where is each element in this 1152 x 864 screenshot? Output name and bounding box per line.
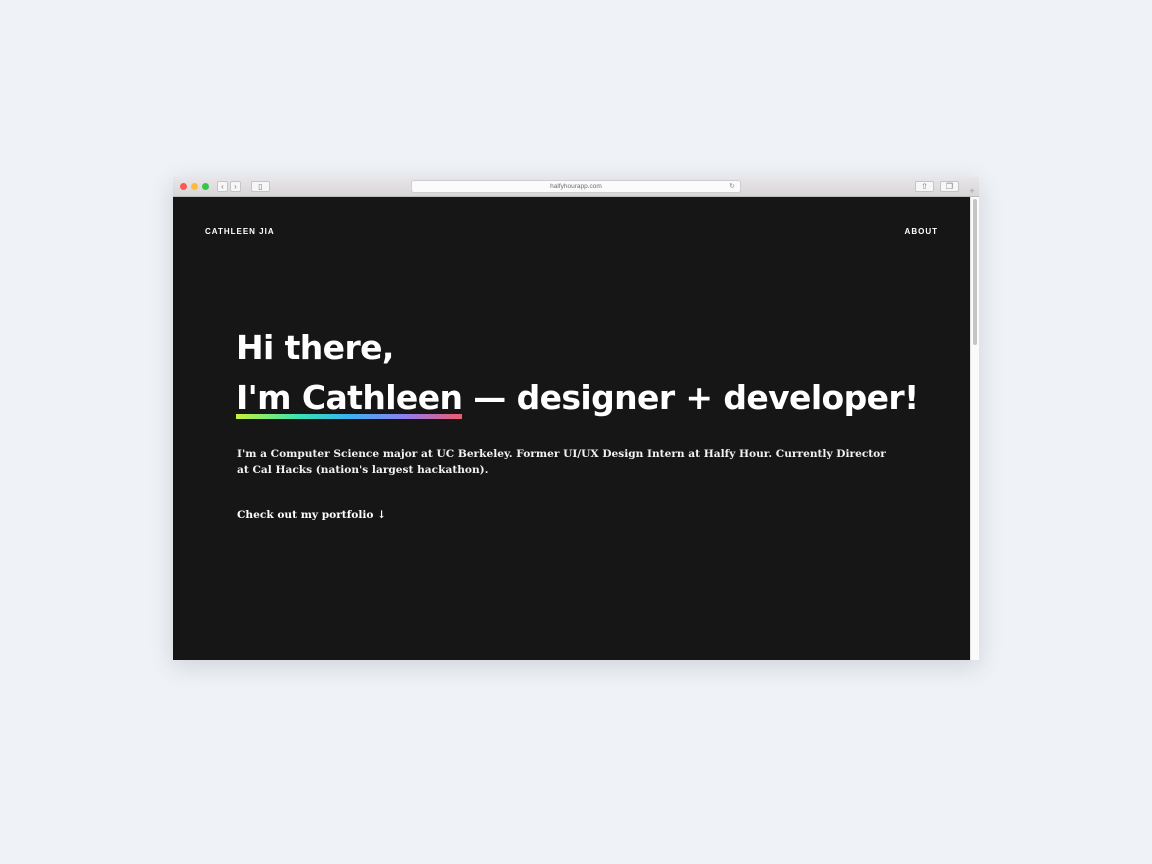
tab-overview-button[interactable]: ❐ [940,181,959,192]
chevron-left-icon: ‹ [221,182,224,191]
chevron-right-icon: › [234,182,237,191]
headline-role: — designer + developer! [462,378,919,417]
plus-icon: + [969,186,975,196]
browser-window: ‹ › ▯ halfyhourapp.com ↻ ⇧ ❐ + CATHLEEN … [173,177,979,660]
scrollbar-thumb[interactable] [973,199,977,345]
sidebar-button[interactable]: ▯ [251,181,270,192]
page-scrollbar[interactable] [970,197,979,660]
address-bar-url: halfyhourapp.com [550,183,602,190]
portfolio-link[interactable]: Check out my portfolio ↓ [237,509,386,521]
browser-toolbar: ‹ › ▯ halfyhourapp.com ↻ ⇧ ❐ + [173,177,979,197]
headline-line-1: Hi there, [236,328,394,367]
web-page: CATHLEEN JIA ABOUT Hi there, I'm Cathlee… [173,197,970,660]
zoom-window-button[interactable] [202,183,209,190]
headline-name: I'm Cathleen [236,378,463,419]
address-bar[interactable]: halfyhourapp.com ↻ [411,180,741,193]
site-brand-link[interactable]: CATHLEEN JIA [205,227,275,236]
nav-about-link[interactable]: ABOUT [905,227,938,236]
close-window-button[interactable] [180,183,187,190]
share-icon: ⇧ [921,182,928,191]
intro-paragraph: I'm a Computer Science major at UC Berke… [237,448,886,476]
new-tab-button[interactable]: + [965,185,979,197]
reload-icon[interactable]: ↻ [729,181,735,192]
share-button[interactable]: ⇧ [915,181,934,192]
forward-button[interactable]: › [230,181,241,192]
minimize-window-button[interactable] [191,183,198,190]
sidebar-icon: ▯ [258,182,263,191]
headline-line-2: I'm Cathleen — designer + developer! [236,378,919,419]
tabs-icon: ❐ [945,182,954,191]
back-button[interactable]: ‹ [217,181,228,192]
